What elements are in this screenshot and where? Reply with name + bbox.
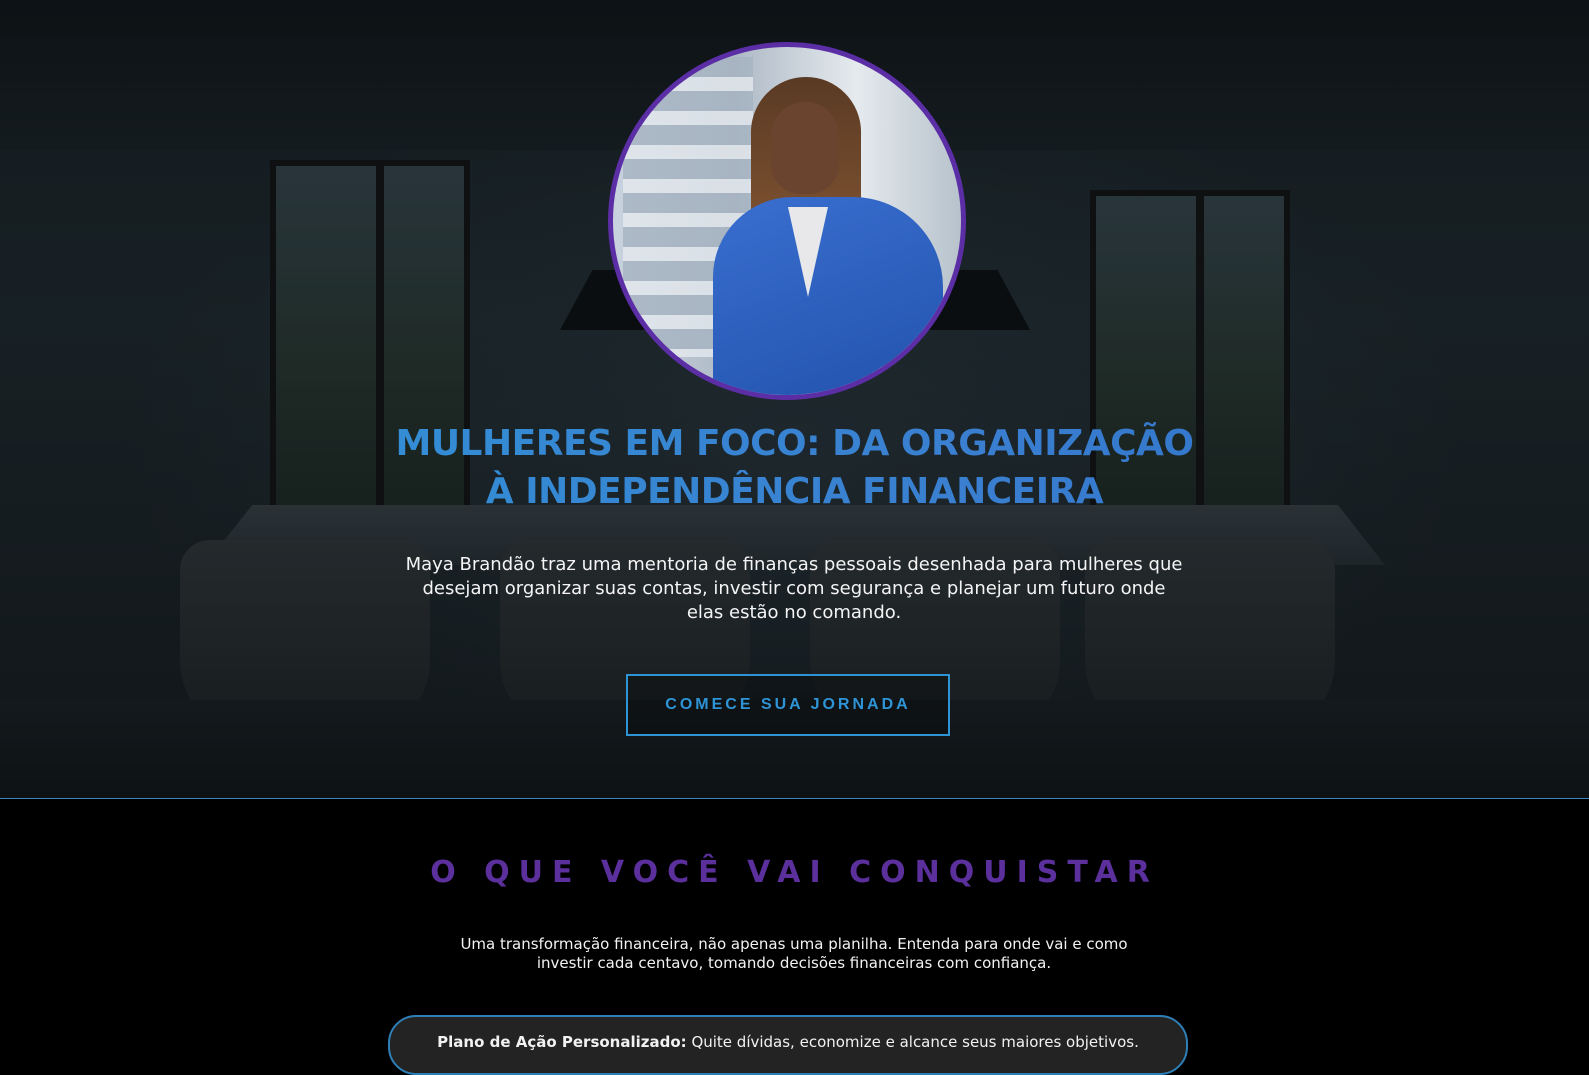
portrait-face — [771, 102, 839, 194]
start-journey-button[interactable]: COMECE SUA JORNADA — [626, 674, 950, 736]
hero-title-line-2: À INDEPENDÊNCIA FINANCEIRA — [485, 471, 1104, 512]
mentor-portrait — [608, 42, 966, 400]
section-description: Uma transformação financeira, não apenas… — [460, 935, 1128, 972]
benefits-section: O QUE VOCÊ VAI CONQUISTAR Uma transforma… — [0, 799, 1589, 1075]
feature-card: Plano de Ação Personalizado: Quite dívid… — [388, 1015, 1188, 1075]
feature-text: Quite dívidas, economize e alcance seus … — [686, 1033, 1139, 1051]
feature-label: Plano de Ação Personalizado: — [437, 1033, 687, 1051]
hero-description: Maya Brandão traz uma mentoria de finanç… — [405, 554, 1183, 623]
hero-title-line-1: MULHERES EM FOCO: DA ORGANIZAÇÃO — [395, 423, 1194, 464]
hero-title: MULHERES EM FOCO: DA ORGANIZAÇÃO À INDEP… — [0, 420, 1589, 516]
section-title: O QUE VOCÊ VAI CONQUISTAR — [430, 855, 1159, 890]
hero-section: MULHERES EM FOCO: DA ORGANIZAÇÃO À INDEP… — [0, 0, 1589, 799]
portrait-blazer — [713, 197, 943, 395]
